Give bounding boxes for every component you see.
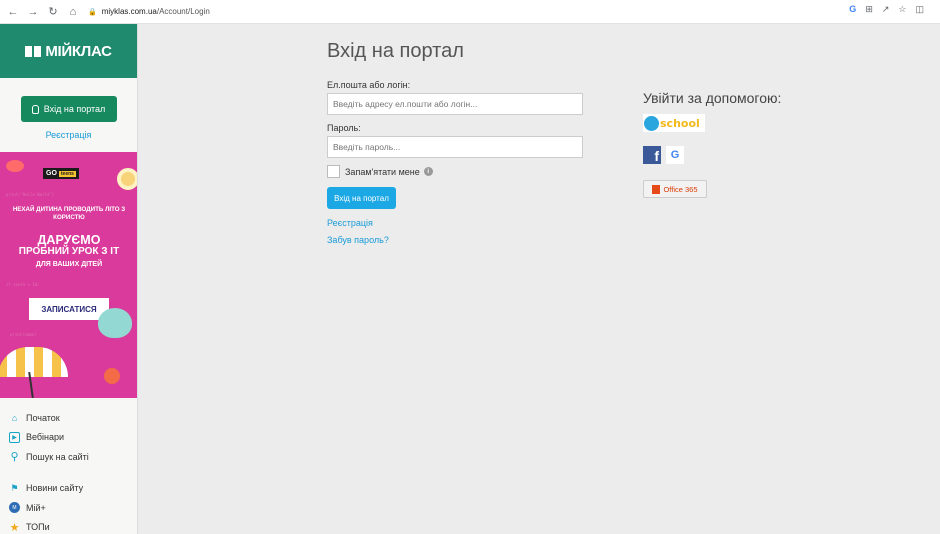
starfish-icon xyxy=(104,368,120,384)
logo[interactable]: МІЙКЛАС xyxy=(0,24,137,78)
password-label: Пароль: xyxy=(327,123,361,133)
lock-icon xyxy=(31,104,39,114)
home-icon[interactable]: ⌂ xyxy=(64,3,82,21)
password-input[interactable] xyxy=(327,136,583,158)
install-icon[interactable]: ⊞ xyxy=(865,4,873,15)
share-icon[interactable]: ↗ xyxy=(882,4,890,15)
sidebar-item-label: Початок xyxy=(26,412,60,423)
book-icon xyxy=(25,45,42,57)
sidebar-menu: ⌂ Початок ▶ Вебінари ⚲ Пошук на сайті ⚑ … xyxy=(0,408,137,534)
school-login-button[interactable]: school xyxy=(643,114,705,132)
sidebar-item-tops[interactable]: ★ ТОПи xyxy=(0,518,137,534)
remember-me-label[interactable]: Запам'ятати мене xyxy=(345,167,420,177)
sidebar-item-label: Вебінари xyxy=(26,432,65,443)
shell-icon xyxy=(98,308,132,338)
remember-me-checkbox[interactable] xyxy=(327,165,340,178)
sidebar-item-news[interactable]: ⚑ Новини сайту xyxy=(0,479,137,499)
url-path: /Account/Login xyxy=(156,7,210,16)
school-label: school xyxy=(660,116,700,130)
address-bar[interactable]: 🔒 miyklas.com.ua/Account/Login xyxy=(88,7,210,16)
lock-icon[interactable]: 🔒 xyxy=(88,8,97,16)
google-login-button[interactable]: G xyxy=(666,146,684,164)
reload-icon[interactable]: ↻ xyxy=(44,3,62,21)
star-icon: ★ xyxy=(9,521,20,534)
office365-label: Office 365 xyxy=(663,184,698,194)
remember-me-row: Запам'ятати мене i xyxy=(327,165,433,178)
register-link[interactable]: Реєстрація xyxy=(327,218,373,228)
info-icon[interactable]: i xyxy=(423,167,433,176)
office365-login-button[interactable]: Office 365 xyxy=(643,180,707,198)
main-content: Вхід на портал Ел.пошта або логін: Парол… xyxy=(139,24,940,534)
sidebar-login-label: Вхід на портал xyxy=(43,104,106,114)
google-icon[interactable]: G xyxy=(849,4,856,15)
extensions-icon[interactable]: ◫ xyxy=(915,4,924,15)
myplus-icon: M xyxy=(9,502,20,514)
forgot-password-link[interactable]: Забув пароль? xyxy=(327,235,389,245)
play-icon: ▶ xyxy=(9,431,20,443)
sidebar-item-label: Пошук на сайті xyxy=(26,451,89,462)
page-title: Вхід на портал xyxy=(327,40,464,62)
office-icon xyxy=(652,184,661,194)
login-label: Ел.пошта або логін: xyxy=(327,80,411,90)
promo-banner[interactable]: GO teens print("Hello World") if score > … xyxy=(0,152,137,398)
login-submit-button[interactable]: Вхід на портал xyxy=(327,187,396,209)
school-bird-icon xyxy=(644,115,659,131)
sidebar-item-myplus[interactable]: M Мій+ xyxy=(0,498,137,518)
go-teens-logo: GO teens xyxy=(43,168,79,179)
sidebar-item-search[interactable]: ⚲ Пошук на сайті xyxy=(0,447,137,467)
flower-icon xyxy=(117,168,137,190)
search-icon: ⚲ xyxy=(10,451,19,464)
promo-offer-line1: ДАРУЄМО xyxy=(37,233,101,247)
browser-toolbar: ← → ↻ ⌂ 🔒 miyklas.com.ua/Account/Login G… xyxy=(0,0,940,24)
promo-offer-line3: ДЛЯ ВАШИХ ДІТЕЙ xyxy=(35,261,103,268)
login-input[interactable] xyxy=(327,93,583,115)
promo-offer-line2: ПРОБНИЙ УРОК З ІТ xyxy=(18,246,120,257)
sidebar-item-webinars[interactable]: ▶ Вебінари xyxy=(0,428,137,448)
promo-signup-button[interactable]: ЗАПИСАТИСЯ xyxy=(29,298,109,320)
sidebar-register-link[interactable]: Реєстрація xyxy=(0,130,137,140)
megaphone-icon: ⚑ xyxy=(10,482,19,493)
go-label: GO xyxy=(46,170,57,177)
star-icon[interactable]: ☆ xyxy=(898,4,906,15)
sidebar: МІЙКЛАС Вхід на портал Реєстрація GO teen… xyxy=(0,24,138,534)
sidebar-item-label: Новини сайту xyxy=(26,483,84,494)
social-login-title: Увійти за допомогою: xyxy=(643,90,782,106)
url-host: miyklas.com.ua xyxy=(101,7,157,16)
home-icon: ⌂ xyxy=(11,412,18,423)
strawberry-icon xyxy=(6,160,24,172)
facebook-login-button[interactable]: f xyxy=(643,146,661,164)
sidebar-item-label: ТОПи xyxy=(26,522,50,533)
promo-offer: ДАРУЄМО ПРОБНИЙ УРОК З ІТ ДЛЯ ВАШИХ ДІТЕ… xyxy=(0,233,137,271)
teens-label: teens xyxy=(58,171,76,177)
promo-headline: НЕХАЙ ДИТИНА ПРОВОДИТЬ ЛІТО З КОРИСТЮ xyxy=(12,206,126,221)
logo-text: МІЙКЛАС xyxy=(45,42,112,60)
sidebar-login-button[interactable]: Вхід на портал xyxy=(20,96,117,122)
back-icon[interactable]: ← xyxy=(4,3,22,21)
sidebar-item-label: Мій+ xyxy=(26,502,46,513)
sidebar-item-home[interactable]: ⌂ Початок xyxy=(0,408,137,428)
umbrella-icon xyxy=(0,347,68,377)
forward-icon[interactable]: → xyxy=(24,3,42,21)
